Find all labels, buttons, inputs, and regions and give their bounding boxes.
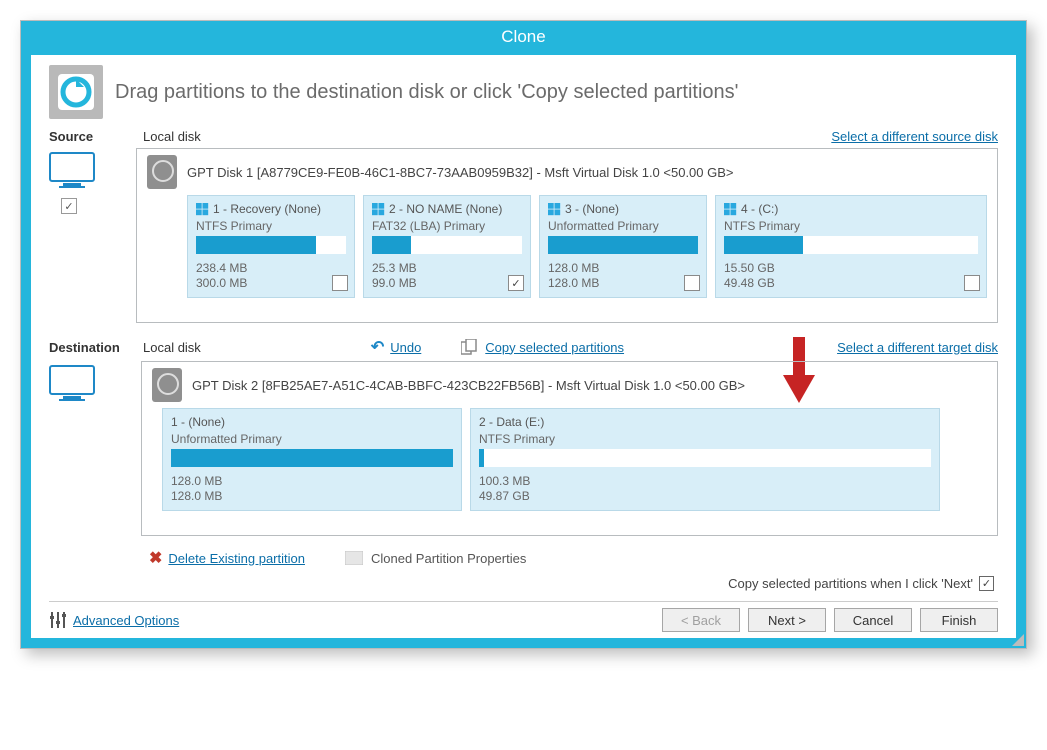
destination-disk-title: GPT Disk 2 [8FB25AE7-A51C-4CAB-BBFC-423C…: [192, 378, 745, 393]
monitor-icon: [49, 152, 95, 190]
copy-on-next-label: Copy selected partitions when I click 'N…: [728, 576, 973, 591]
source-partitions: 1 - Recovery (None) NTFS Primary 238.4 M…: [187, 195, 987, 298]
windows-icon: [548, 203, 561, 216]
part-total: 128.0 MB: [171, 489, 222, 503]
next-button[interactable]: Next >: [748, 608, 826, 632]
part-used: 100.3 MB: [479, 474, 530, 488]
part-sub: NTFS Primary: [724, 219, 978, 233]
dest-actions-row: ✖ Delete Existing partition Cloned Parti…: [149, 548, 998, 568]
part-sub: NTFS Primary: [479, 432, 931, 446]
sliders-icon: [49, 611, 67, 629]
destination-partitions: 1 - (None) Unformatted Primary 128.0 MB1…: [162, 408, 987, 511]
destination-scope: Local disk: [143, 340, 201, 355]
destination-header-row: Destination Local disk ↶ Undo Copy selec…: [49, 337, 998, 357]
select-target-link[interactable]: Select a different target disk: [837, 340, 998, 355]
select-source-link[interactable]: Select a different source disk: [831, 129, 998, 144]
undo-label: Undo: [390, 340, 421, 355]
destination-partition-1[interactable]: 1 - (None) Unformatted Primary 128.0 MB1…: [162, 408, 462, 511]
footer-bar: Advanced Options < Back Next > Cancel Fi…: [49, 601, 998, 632]
destination-section: GPT Disk 2 [8FB25AE7-A51C-4CAB-BBFC-423C…: [49, 361, 998, 536]
clone-hero-icon: [49, 65, 103, 119]
part-used: 238.4 MB: [196, 261, 247, 275]
source-partition-4[interactable]: 4 - (C:) NTFS Primary 15.50 GB49.48 GB: [715, 195, 987, 298]
source-partition-1[interactable]: 1 - Recovery (None) NTFS Primary 238.4 M…: [187, 195, 355, 298]
cloned-props-label: Cloned Partition Properties: [371, 551, 526, 566]
windows-icon: [196, 203, 209, 216]
source-disk-header: GPT Disk 1 [A8779CE9-FE0B-46C1-8BC7-73AA…: [147, 155, 987, 189]
resize-grip[interactable]: [1010, 632, 1024, 646]
undo-button[interactable]: ↶ Undo: [371, 337, 421, 357]
windows-icon: [724, 203, 737, 216]
window-content: Drag partitions to the destination disk …: [21, 55, 1026, 648]
part-title: 4 - (C:): [741, 202, 778, 216]
part-sub: FAT32 (LBA) Primary: [372, 219, 522, 233]
part-checkbox[interactable]: ✓: [508, 275, 524, 291]
footer-buttons: < Back Next > Cancel Finish: [662, 608, 998, 632]
copy-on-next-row: Copy selected partitions when I click 'N…: [49, 576, 994, 591]
part-total: 300.0 MB: [196, 276, 247, 290]
delete-partition-button[interactable]: ✖ Delete Existing partition: [149, 548, 305, 568]
part-title: 1 - (None): [171, 415, 225, 429]
part-title: 2 - Data (E:): [479, 415, 544, 429]
part-total: 99.0 MB: [372, 276, 417, 290]
monitor-icon: [49, 365, 95, 403]
part-title: 2 - NO NAME (None): [389, 202, 502, 216]
cloned-props-button[interactable]: Cloned Partition Properties: [345, 551, 526, 566]
part-title: 1 - Recovery (None): [213, 202, 321, 216]
cancel-button[interactable]: Cancel: [834, 608, 912, 632]
windows-icon: [372, 203, 385, 216]
part-used: 25.3 MB: [372, 261, 417, 275]
part-checkbox[interactable]: [964, 275, 980, 291]
source-disk-title: GPT Disk 1 [A8779CE9-FE0B-46C1-8BC7-73AA…: [187, 165, 734, 180]
source-disk-box: GPT Disk 1 [A8779CE9-FE0B-46C1-8BC7-73AA…: [136, 148, 998, 323]
destination-label: Destination: [49, 340, 133, 355]
destination-disk-header: GPT Disk 2 [8FB25AE7-A51C-4CAB-BBFC-423C…: [152, 368, 987, 402]
advanced-options-label: Advanced Options: [73, 613, 179, 628]
part-checkbox[interactable]: [332, 275, 348, 291]
copy-selected-label: Copy selected partitions: [485, 340, 624, 355]
source-scope: Local disk: [143, 129, 201, 144]
part-sub: Unformatted Primary: [171, 432, 453, 446]
source-selected-checkbox[interactable]: ✓: [61, 198, 77, 214]
title-bar: Clone: [21, 21, 1026, 55]
source-label: Source: [49, 129, 133, 144]
undo-icon: ↶: [371, 337, 384, 357]
source-section: ✓ GPT Disk 1 [A8779CE9-FE0B-46C1-8BC7-73…: [49, 148, 998, 323]
copy-selected-button[interactable]: Copy selected partitions: [461, 339, 624, 355]
source-partition-2[interactable]: 2 - NO NAME (None) FAT32 (LBA) Primary 2…: [363, 195, 531, 298]
hero-text: Drag partitions to the destination disk …: [115, 81, 739, 104]
copy-on-next-checkbox[interactable]: ✓: [979, 576, 994, 591]
part-title: 3 - (None): [565, 202, 619, 216]
hero-row: Drag partitions to the destination disk …: [49, 65, 998, 119]
advanced-options-button[interactable]: Advanced Options: [49, 611, 179, 629]
back-button[interactable]: < Back: [662, 608, 740, 632]
source-partition-3[interactable]: 3 - (None) Unformatted Primary 128.0 MB1…: [539, 195, 707, 298]
clone-window: Clone Drag partitions to the destination…: [20, 20, 1027, 649]
destination-partition-2[interactable]: 2 - Data (E:) NTFS Primary 100.3 MB49.87…: [470, 408, 940, 511]
part-sub: Unformatted Primary: [548, 219, 698, 233]
part-used: 128.0 MB: [171, 474, 222, 488]
part-total: 49.87 GB: [479, 489, 530, 503]
part-checkbox[interactable]: [684, 275, 700, 291]
hdd-icon: [147, 155, 177, 189]
destination-disk-box: GPT Disk 2 [8FB25AE7-A51C-4CAB-BBFC-423C…: [141, 361, 998, 536]
properties-icon: [345, 551, 363, 565]
part-total: 128.0 MB: [548, 276, 599, 290]
copy-icon: [461, 339, 479, 355]
part-used: 15.50 GB: [724, 261, 775, 275]
delete-icon: ✖: [149, 548, 162, 568]
part-sub: NTFS Primary: [196, 219, 346, 233]
part-used: 128.0 MB: [548, 261, 599, 275]
part-total: 49.48 GB: [724, 276, 775, 290]
delete-label: Delete Existing partition: [168, 551, 305, 566]
source-header-row: Source Local disk Select a different sou…: [49, 129, 998, 144]
finish-button[interactable]: Finish: [920, 608, 998, 632]
hdd-icon: [152, 368, 182, 402]
